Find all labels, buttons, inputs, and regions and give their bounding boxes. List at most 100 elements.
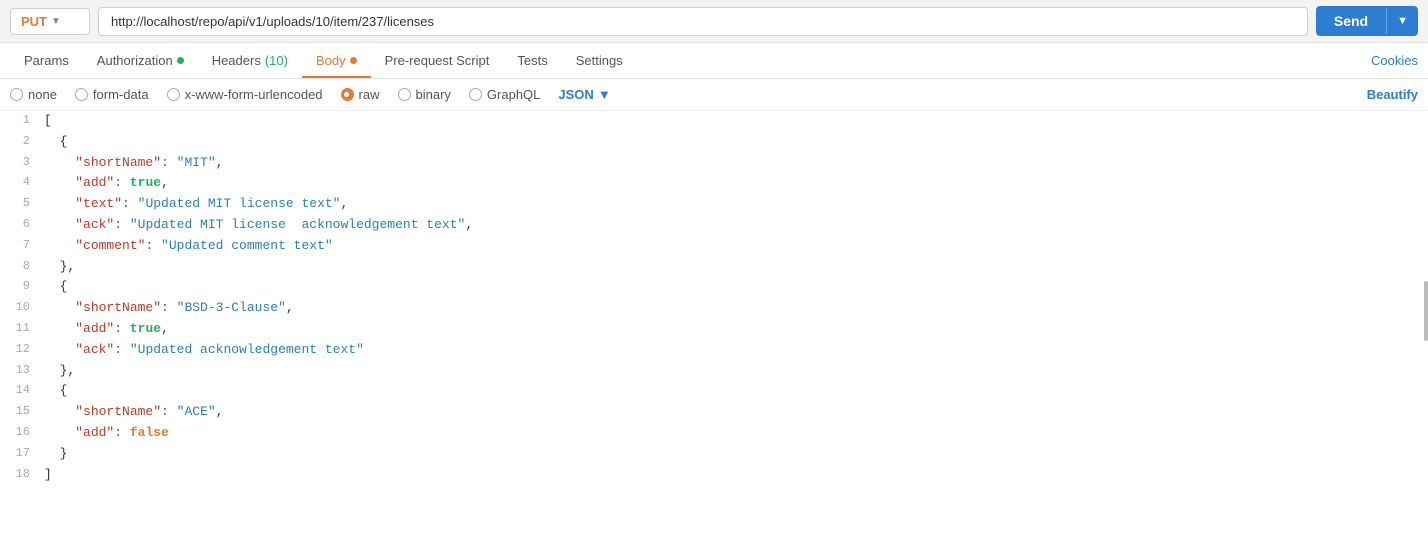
request-bar: PUT ▼ Send ▼ <box>0 0 1428 43</box>
table-row: 8 }, <box>0 257 1428 278</box>
line-number: 2 <box>0 132 40 153</box>
line-content: ] <box>40 465 1428 486</box>
json-type-dropdown[interactable]: JSON ▼ <box>558 87 610 102</box>
tab-params-label: Params <box>24 53 69 68</box>
table-row: 13 }, <box>0 361 1428 382</box>
table-row: 6 "ack": "Updated MIT license acknowledg… <box>0 215 1428 236</box>
table-row: 17 } <box>0 444 1428 465</box>
line-content: "add": true, <box>40 319 1428 340</box>
line-content: "shortName": "BSD-3-Clause", <box>40 298 1428 319</box>
table-row: 11 "add": true, <box>0 319 1428 340</box>
radio-raw-label: raw <box>359 87 380 102</box>
tabs-row: Params Authorization Headers (10) Body P… <box>0 43 1428 79</box>
radio-urlencoded-dot <box>167 88 180 101</box>
method-selector[interactable]: PUT ▼ <box>10 8 90 35</box>
line-content: "text": "Updated MIT license text", <box>40 194 1428 215</box>
radio-binary-label: binary <box>416 87 451 102</box>
line-content: "comment": "Updated comment text" <box>40 236 1428 257</box>
line-content: { <box>40 381 1428 402</box>
tab-authorization[interactable]: Authorization <box>83 43 198 78</box>
table-row: 4 "add": true, <box>0 173 1428 194</box>
tab-params[interactable]: Params <box>10 43 83 78</box>
table-row: 3 "shortName": "MIT", <box>0 153 1428 174</box>
radio-none[interactable]: none <box>10 87 57 102</box>
line-content: { <box>40 277 1428 298</box>
line-number: 16 <box>0 423 40 444</box>
radio-raw[interactable]: raw <box>341 87 380 102</box>
table-row: 16 "add": false <box>0 423 1428 444</box>
table-row: 15 "shortName": "ACE", <box>0 402 1428 423</box>
table-row: 14 { <box>0 381 1428 402</box>
line-number: 13 <box>0 361 40 382</box>
radio-raw-dot <box>341 88 354 101</box>
line-content: { <box>40 132 1428 153</box>
radio-graphql[interactable]: GraphQL <box>469 87 540 102</box>
table-row: 1[ <box>0 111 1428 132</box>
beautify-button[interactable]: Beautify <box>1367 87 1418 102</box>
cookies-link[interactable]: Cookies <box>1371 53 1418 68</box>
method-chevron-icon: ▼ <box>51 16 61 27</box>
body-type-row: none form-data x-www-form-urlencoded raw… <box>0 79 1428 111</box>
line-number: 15 <box>0 402 40 423</box>
line-content: }, <box>40 257 1428 278</box>
line-content: "add": true, <box>40 173 1428 194</box>
send-label: Send <box>1316 6 1386 36</box>
radio-form-data[interactable]: form-data <box>75 87 149 102</box>
tab-body[interactable]: Body <box>302 43 371 78</box>
line-number: 18 <box>0 465 40 486</box>
line-content: "ack": "Updated MIT license acknowledgem… <box>40 215 1428 236</box>
line-number: 7 <box>0 236 40 257</box>
url-input[interactable] <box>98 7 1308 36</box>
radio-urlencoded[interactable]: x-www-form-urlencoded <box>167 87 323 102</box>
radio-binary[interactable]: binary <box>398 87 451 102</box>
radio-form-data-label: form-data <box>93 87 149 102</box>
radio-none-dot <box>10 88 23 101</box>
line-content: "add": false <box>40 423 1428 444</box>
radio-none-label: none <box>28 87 57 102</box>
radio-graphql-label: GraphQL <box>487 87 540 102</box>
line-number: 4 <box>0 173 40 194</box>
line-number: 5 <box>0 194 40 215</box>
send-button[interactable]: Send ▼ <box>1316 6 1418 36</box>
table-row: 10 "shortName": "BSD-3-Clause", <box>0 298 1428 319</box>
line-number: 9 <box>0 277 40 298</box>
body-dot-icon <box>350 57 357 64</box>
line-number: 12 <box>0 340 40 361</box>
radio-form-data-dot <box>75 88 88 101</box>
tab-pre-request-label: Pre-request Script <box>385 53 490 68</box>
radio-binary-dot <box>398 88 411 101</box>
tab-settings-label: Settings <box>576 53 623 68</box>
tab-pre-request[interactable]: Pre-request Script <box>371 43 504 78</box>
line-content: } <box>40 444 1428 465</box>
table-row: 5 "text": "Updated MIT license text", <box>0 194 1428 215</box>
line-number: 11 <box>0 319 40 340</box>
line-number: 8 <box>0 257 40 278</box>
table-row: 2 { <box>0 132 1428 153</box>
radio-graphql-dot <box>469 88 482 101</box>
line-content: "shortName": "ACE", <box>40 402 1428 423</box>
line-number: 17 <box>0 444 40 465</box>
line-content: }, <box>40 361 1428 382</box>
tab-body-label: Body <box>316 53 346 68</box>
tab-headers[interactable]: Headers (10) <box>198 43 302 78</box>
line-content: "ack": "Updated acknowledgement text" <box>40 340 1428 361</box>
headers-count: (10) <box>265 53 288 68</box>
tab-authorization-label: Authorization <box>97 53 173 68</box>
scroll-indicator <box>1424 281 1428 341</box>
code-editor[interactable]: 1[2 {3 "shortName": "MIT",4 "add": true,… <box>0 111 1428 491</box>
tab-settings[interactable]: Settings <box>562 43 637 78</box>
table-row: 9 { <box>0 277 1428 298</box>
radio-urlencoded-label: x-www-form-urlencoded <box>185 87 323 102</box>
authorization-dot-icon <box>177 57 184 64</box>
line-number: 3 <box>0 153 40 174</box>
line-number: 6 <box>0 215 40 236</box>
table-row: 12 "ack": "Updated acknowledgement text" <box>0 340 1428 361</box>
table-row: 18] <box>0 465 1428 486</box>
send-dropdown-icon[interactable]: ▼ <box>1386 8 1418 34</box>
json-type-label: JSON <box>558 87 593 102</box>
line-content: [ <box>40 111 1428 132</box>
method-label: PUT <box>21 14 47 29</box>
code-table: 1[2 {3 "shortName": "MIT",4 "add": true,… <box>0 111 1428 485</box>
tab-tests-label: Tests <box>517 53 547 68</box>
tab-tests[interactable]: Tests <box>503 43 561 78</box>
